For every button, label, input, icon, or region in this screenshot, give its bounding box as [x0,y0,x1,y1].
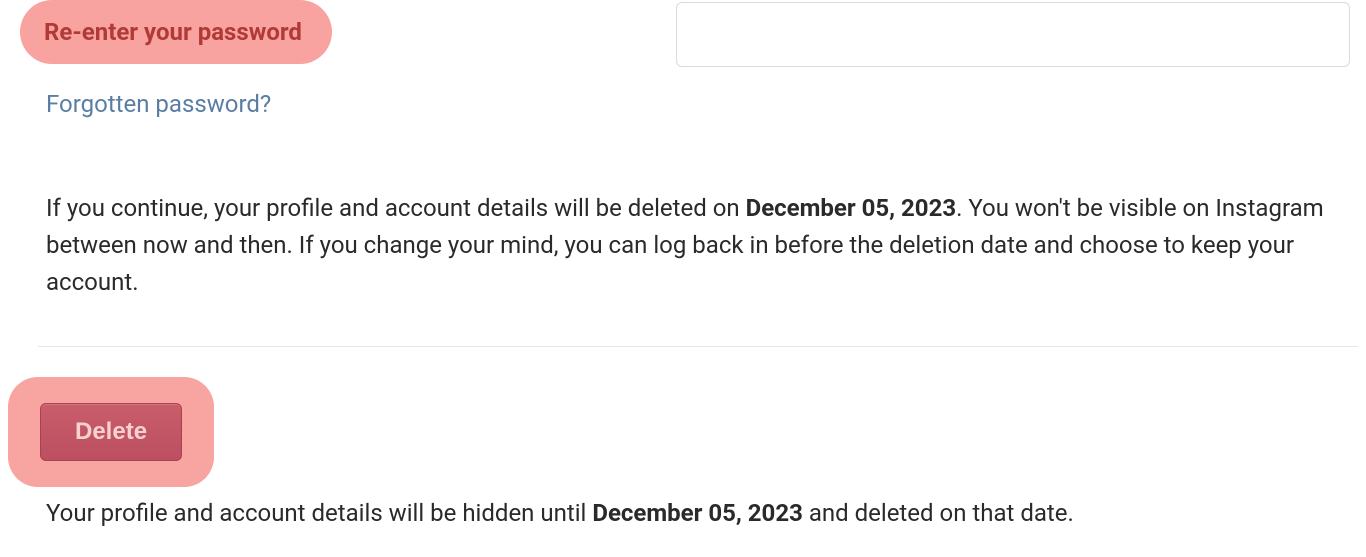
footer-date: December 05, 2023 [592,499,803,527]
delete-button-highlight: Delete [8,377,214,487]
info-prefix: If you continue, your profile and accoun… [46,194,746,222]
deletion-info-text: If you continue, your profile and accoun… [46,190,1366,302]
delete-button[interactable]: Delete [40,403,182,461]
footer-prefix: Your profile and account details will be… [46,499,592,527]
info-date: December 05, 2023 [746,194,957,222]
password-label-highlight: Re-enter your password [20,0,332,64]
footer-info-text: Your profile and account details will be… [46,499,1366,527]
password-input[interactable] [676,2,1350,67]
reenter-password-label: Re-enter your password [44,18,302,46]
section-divider [38,346,1358,347]
footer-suffix: and deleted on that date. [803,499,1074,527]
forgotten-password-link[interactable]: Forgotten password? [46,90,271,118]
